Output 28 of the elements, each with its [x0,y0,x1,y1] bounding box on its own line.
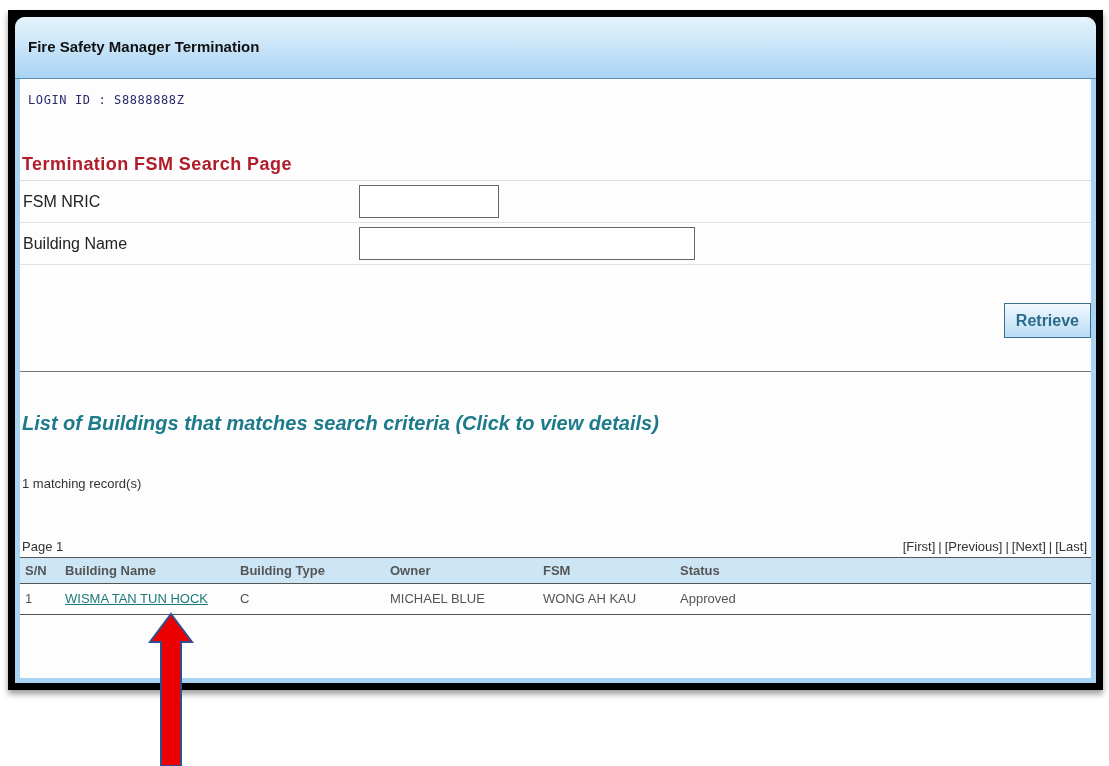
record-count: 1 matching record(s) [22,476,142,491]
pager-separator: | [1005,538,1009,556]
column-header: Owner [385,557,538,584]
column-header: S/N [20,557,60,584]
retrieve-button[interactable]: Retrieve [1003,303,1091,338]
column-header: Building Type [235,557,385,584]
pager-separator: | [1048,538,1053,556]
pager-link[interactable]: [Last] [1055,537,1087,557]
pager-link[interactable]: [Previous] [944,537,1003,557]
window-title: Fire Safety Manager Termination [28,37,260,58]
pager-link[interactable]: [First] [902,537,936,557]
table-cell: 1 [20,583,60,614]
table-cell: C [235,583,385,614]
pager-link[interactable]: [Next] [1011,537,1046,557]
login-id: LOGIN ID : S8888888Z [28,93,185,107]
table-cell: WONG AH KAU [538,583,675,614]
column-header: Status [675,557,1091,584]
table-cell: Approved [675,583,1091,614]
field-label: Building Name [23,233,129,254]
building-link[interactable]: WISMA TAN TUN HOCK [65,591,208,606]
column-header: Building Name [60,557,235,584]
pager-separator: | [938,538,942,556]
search-heading: Termination FSM Search Page [22,154,292,174]
page-label: Page 1 [22,538,64,556]
results-heading: List of Buildings that matches search criteria (Click to view details) [22,412,659,434]
field-label: FSM NRIC [23,191,102,212]
table-cell: MICHAEL BLUE [385,583,538,614]
column-header: FSM [538,557,675,584]
